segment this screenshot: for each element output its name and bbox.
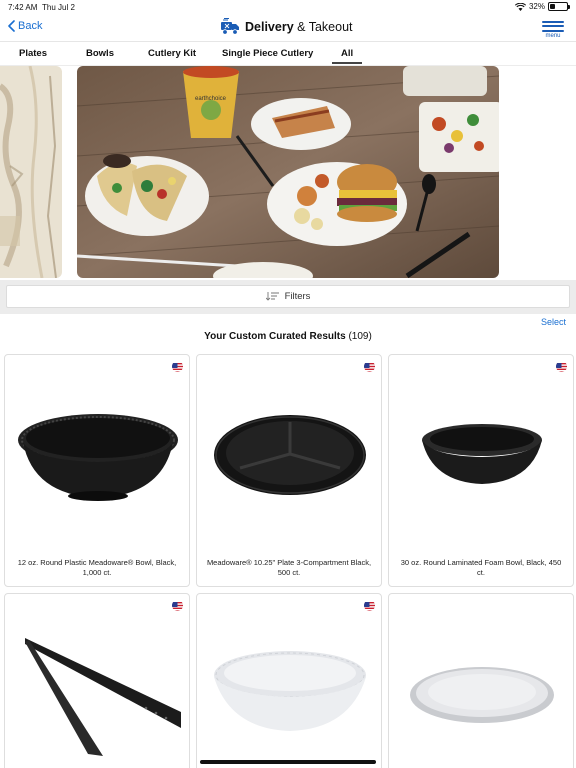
food-table-image: earthchoice	[77, 66, 499, 278]
us-flag-icon	[364, 361, 375, 372]
nav-bar: Back Delivery & Takeout menu	[0, 14, 576, 42]
product-card[interactable]	[196, 593, 382, 768]
hero-slide-previous[interactable]	[0, 66, 62, 278]
hero-slide-current[interactable]: earthchoice	[77, 66, 499, 278]
wood-texture-image	[0, 66, 62, 278]
tab-cutlery-kit[interactable]: Cutlery Kit	[148, 48, 196, 59]
hamburger-icon	[542, 20, 564, 32]
tab-all[interactable]: All	[332, 48, 363, 64]
hero-carousel[interactable]: earthchoice	[0, 66, 576, 279]
select-link[interactable]: Select	[541, 317, 566, 327]
product-card[interactable]	[4, 593, 190, 768]
category-tabs: Plates Bowls Cutlery Kit Single Piece Cu…	[0, 42, 576, 66]
results-title: Your Custom Curated Results	[204, 331, 346, 342]
us-flag-icon	[364, 600, 375, 611]
product-card[interactable]: 12 oz. Round Plastic Meadoware® Bowl, Bl…	[4, 354, 190, 587]
status-date: Thu Jul 2	[42, 3, 75, 12]
product-name: Meadoware® 10.25" Plate 3-Compartment Bl…	[206, 558, 372, 577]
filter-bar: Filters	[0, 280, 576, 314]
chevron-left-icon	[8, 20, 15, 32]
status-right: 32%	[514, 2, 570, 11]
filter-sort-icon	[265, 292, 279, 301]
white-foam-bowl-image	[197, 649, 381, 749]
product-name: 30 oz. Round Laminated Foam Bowl, Black,…	[400, 558, 562, 577]
tab-bowls[interactable]: Bowls	[86, 48, 114, 59]
cup-brand-text: earthchoice	[195, 96, 227, 102]
tab-single-piece-cutlery[interactable]: Single Piece Cutlery	[222, 48, 313, 59]
status-time: 7:42 AM	[8, 3, 38, 12]
menu-button[interactable]: menu	[542, 18, 564, 39]
product-name: 12 oz. Round Plastic Meadoware® Bowl, Bl…	[17, 558, 177, 577]
black-compartment-plate-image	[197, 375, 381, 535]
black-foam-bowl-image	[389, 375, 573, 535]
filters-label: Filters	[284, 291, 311, 302]
page-title: Delivery & Takeout	[220, 18, 353, 36]
us-flag-icon	[172, 600, 183, 611]
results-heading: Your Custom Curated Results (109)	[0, 331, 576, 342]
menu-label: menu	[545, 33, 561, 39]
title-rest: & Takeout	[297, 20, 353, 34]
battery-percent: 32%	[528, 2, 545, 11]
delivery-truck-icon	[221, 18, 239, 35]
title-bold: Delivery	[245, 20, 294, 34]
product-card[interactable]: Meadoware® 10.25" Plate 3-Compartment Bl…	[196, 354, 382, 587]
wifi-icon	[514, 2, 526, 11]
white-oval-plate-image	[389, 664, 573, 734]
status-bar: 7:42 AM Thu Jul 2 32%	[0, 0, 576, 14]
tab-plates[interactable]: Plates	[19, 48, 47, 59]
back-button[interactable]: Back	[8, 20, 42, 32]
back-label: Back	[18, 20, 43, 32]
us-flag-icon	[172, 361, 183, 372]
filters-button[interactable]: Filters	[6, 285, 570, 308]
battery-icon	[548, 2, 570, 11]
black-bowl-image	[5, 375, 189, 535]
product-card[interactable]: 30 oz. Round Laminated Foam Bowl, Black,…	[388, 354, 574, 587]
product-card[interactable]	[388, 593, 574, 768]
home-indicator[interactable]	[200, 760, 376, 764]
results-count: (109)	[348, 331, 372, 342]
us-flag-icon	[556, 361, 567, 372]
black-tongs-image	[5, 624, 189, 764]
